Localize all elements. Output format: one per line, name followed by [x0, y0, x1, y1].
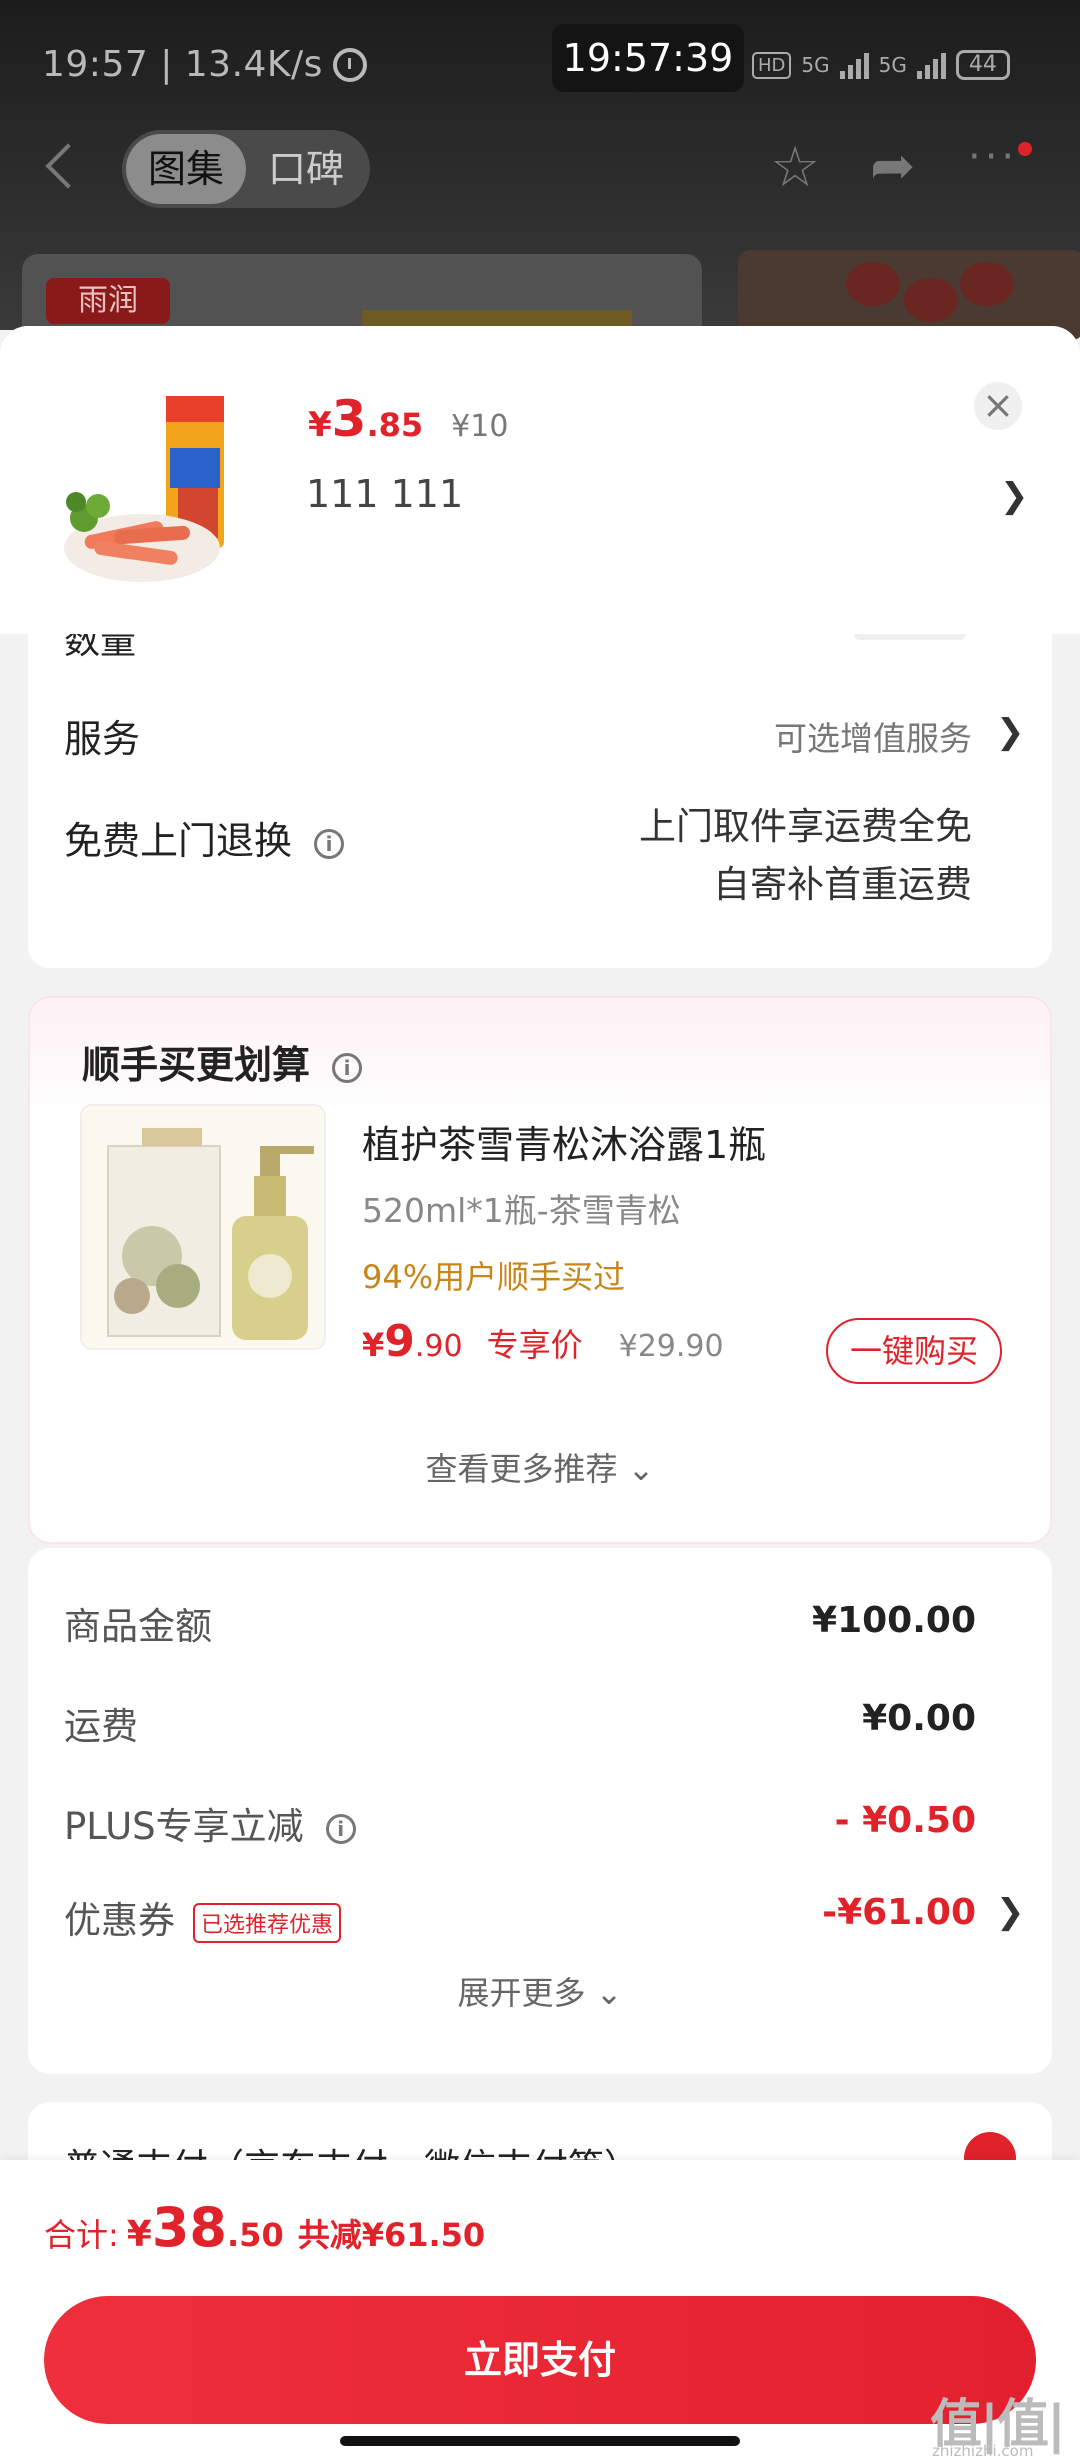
- notification-dot: [1018, 142, 1032, 156]
- hd-badge: HD: [752, 51, 792, 79]
- close-icon: ×: [982, 383, 1014, 427]
- free-return-line-1: 上门取件享运费全免: [639, 805, 972, 848]
- network-label-2: 5G: [878, 53, 907, 77]
- close-button[interactable]: ×: [974, 382, 1022, 430]
- one-click-buy-button[interactable]: 一键购买: [826, 1318, 1002, 1384]
- total-amount-dec: .50: [227, 2216, 284, 2254]
- media-tab-switcher: 图集 口碑: [122, 130, 370, 208]
- chevron-right-icon[interactable]: ❯: [996, 712, 1025, 752]
- addon-price-currency: ¥: [362, 1326, 385, 1364]
- watermark-url: zhizhizhi.com: [932, 2442, 1034, 2460]
- share-icon[interactable]: ➦: [870, 138, 915, 194]
- tab-reviews[interactable]: 口碑: [246, 134, 366, 204]
- alarm-icon: [332, 47, 367, 82]
- total-amount-int: 38: [151, 2196, 228, 2259]
- free-return-row: 免费上门退换 i: [64, 810, 345, 865]
- signal-icon-2: [916, 51, 946, 79]
- info-icon[interactable]: i: [325, 1813, 356, 1844]
- chevron-right-icon[interactable]: ❯: [996, 1892, 1025, 1932]
- summary-label-shipping: 运费: [64, 1705, 138, 1748]
- chevron-right-icon[interactable]: ❯: [1000, 476, 1029, 516]
- addon-price-row: ¥ 9 .90 专享价 ¥29.90: [362, 1316, 724, 1367]
- free-return-line-2: 自寄补首重运费: [713, 863, 972, 906]
- info-icon[interactable]: i: [332, 1052, 363, 1083]
- addon-original-price: ¥29.90: [618, 1329, 724, 1364]
- total-row: 合计: ¥ 38 .50 共减¥61.50: [44, 2196, 485, 2259]
- body-wash-product-image: [82, 1106, 324, 1348]
- addon-social-proof: 94%用户顺手买过: [362, 1258, 626, 1296]
- addon-price-int: 9: [384, 1316, 415, 1367]
- addon-title: 顺手买更划算 i: [82, 1034, 363, 1089]
- tomato-graphic: [904, 278, 958, 322]
- total-label: 合计:: [44, 2216, 119, 2254]
- addon-product-thumbnail[interactable]: [80, 1104, 326, 1350]
- total-currency: ¥: [126, 2214, 152, 2255]
- pay-now-button[interactable]: 立即支付: [44, 2296, 1036, 2424]
- summary-label-goods: 商品金额: [64, 1605, 212, 1648]
- summary-label-plus: PLUS专享立减: [64, 1805, 304, 1848]
- free-return-label: 免费上门退换: [64, 819, 293, 863]
- checkout-sheet: ¥3.85 ¥10 111 111 × ❯ 数量 服务 可选增值服务 ❯ 免费上…: [0, 326, 1080, 2460]
- summary-label-coupon: 优惠券: [64, 1899, 175, 1942]
- top-nav: 图集 口碑 ☆ ➦ ···: [0, 130, 1080, 210]
- status-time-speed: 19:57 | 13.4K/s: [42, 44, 323, 85]
- addon-price-dec: .90: [414, 1329, 463, 1364]
- summary-plus-row: PLUS专享立减 i: [64, 1796, 356, 1850]
- back-icon[interactable]: [45, 143, 91, 189]
- product-price: ¥3.85: [308, 390, 424, 448]
- status-bar: 19:57 | 13.4K/s 19:57:39 HD 5G 5G 44: [0, 0, 1080, 130]
- addon-recommendation-card: 顺手买更划算 i 植护茶雪青松沐浴露1瓶 520ml*1瓶-茶雪青松 94%用户顺…: [28, 996, 1052, 1544]
- addon-price-tag: 专享价: [486, 1326, 583, 1364]
- order-summary-card: 商品金额 ¥100.00 运费 ¥0.00 PLUS专享立减 i - ¥0.50 …: [28, 1548, 1052, 2074]
- service-value[interactable]: 可选增值服务: [774, 712, 972, 760]
- tomato-graphic: [846, 262, 900, 306]
- tomato-graphic: [960, 262, 1014, 306]
- home-indicator[interactable]: [340, 2436, 740, 2446]
- summary-coupon-row[interactable]: 优惠券 已选推荐优惠: [64, 1890, 342, 1944]
- status-right: HD 5G 5G 44: [752, 50, 1010, 80]
- network-label-1: 5G: [801, 53, 830, 77]
- battery-icon: 44: [955, 50, 1010, 80]
- total-saved: 共减¥61.50: [297, 2216, 486, 2254]
- sausage-product-image: [54, 378, 276, 600]
- summary-value-shipping: ¥0.00: [862, 1698, 976, 1739]
- addon-product-spec: 520ml*1瓶-茶雪青松: [362, 1191, 681, 1230]
- status-left: 19:57 | 13.4K/s: [42, 44, 367, 85]
- brand-logo: 雨润: [46, 278, 170, 324]
- favorite-star-icon[interactable]: ☆: [770, 140, 820, 196]
- service-label: 服务: [64, 717, 141, 761]
- coupon-tag: 已选推荐优惠: [193, 1902, 342, 1943]
- signal-icon: [839, 51, 869, 79]
- product-original-price: ¥10: [451, 409, 509, 444]
- checkout-bottom-bar: 合计: ¥ 38 .50 共减¥61.50 立即支付 值|值|值 zhizhiz…: [0, 2160, 1080, 2460]
- summary-value-coupon[interactable]: -¥61.00: [822, 1892, 976, 1933]
- product-spec[interactable]: 111 111: [306, 472, 463, 516]
- product-price-row: ¥3.85 ¥10: [308, 390, 508, 448]
- service-card: 数量 服务 可选增值服务 ❯ 免费上门退换 i 上门取件享运费全免 自寄补首重运费: [28, 614, 1052, 968]
- free-return-value: 上门取件享运费全免 自寄补首重运费: [639, 798, 972, 914]
- tab-gallery[interactable]: 图集: [126, 134, 246, 204]
- summary-value-plus: - ¥0.50: [834, 1800, 976, 1841]
- addon-title-text: 顺手买更划算: [82, 1043, 311, 1087]
- product-thumbnail: [54, 378, 276, 600]
- selected-product-header: ¥3.85 ¥10 111 111 × ❯: [0, 326, 1080, 634]
- summary-value-goods: ¥100.00: [812, 1600, 976, 1641]
- info-icon[interactable]: i: [314, 828, 345, 859]
- more-recommendations-link[interactable]: 查看更多推荐 ⌄: [30, 1444, 1050, 1490]
- addon-product-name[interactable]: 植护茶雪青松沐浴露1瓶: [362, 1114, 766, 1169]
- more-icon[interactable]: ···: [968, 134, 1018, 180]
- clock-overlay: 19:57:39: [552, 24, 744, 92]
- expand-more-link[interactable]: 展开更多 ⌄: [28, 1968, 1052, 2014]
